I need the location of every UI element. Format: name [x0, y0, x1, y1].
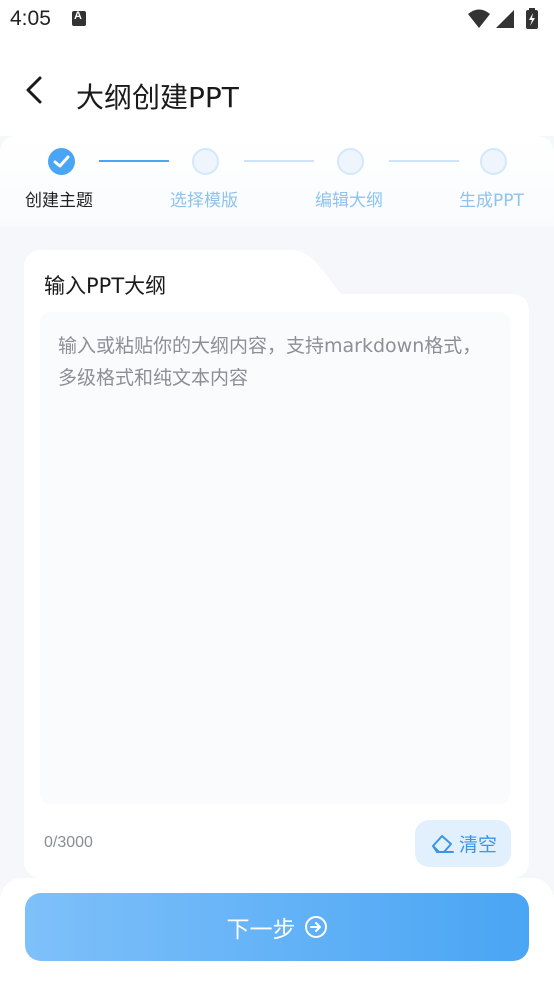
- status-time: 4:05: [10, 7, 51, 30]
- step-label-select-template: 选择模版: [170, 191, 238, 211]
- clear-button[interactable]: 清空: [415, 820, 511, 867]
- step-progress: 创建主题 选择模版 编辑大纲 生成PPT: [0, 136, 554, 226]
- chevron-left-icon: [26, 76, 42, 104]
- step-label-create-topic: 创建主题: [25, 191, 93, 211]
- eraser-icon: [431, 834, 454, 853]
- back-button[interactable]: [14, 70, 54, 110]
- page-title: 大纲创建PPT: [76, 81, 239, 114]
- outline-input[interactable]: [40, 312, 510, 804]
- step-connector-3: [389, 160, 459, 162]
- step-2-dot: [192, 148, 219, 175]
- wifi-signal-battery-icon: [468, 8, 538, 29]
- status-bar: 4:05: [0, 0, 554, 40]
- step-4-dot: [480, 148, 507, 175]
- step-connector-1: [99, 160, 169, 162]
- clear-button-label: 清空: [458, 835, 497, 856]
- step-label-edit-outline: 编辑大纲: [315, 191, 383, 211]
- arrow-right-circle-icon: [304, 916, 327, 938]
- step-1-check-icon: [48, 148, 75, 175]
- status-icons: [466, 8, 544, 30]
- app-header: 大纲创建PPT: [0, 40, 554, 136]
- step-label-generate-ppt: 生成PPT: [459, 191, 524, 211]
- char-count: 0/3000: [44, 834, 93, 851]
- keyboard-a-icon: [72, 10, 86, 26]
- step-connector-2: [244, 160, 314, 162]
- next-step-label: 下一步: [226, 916, 296, 942]
- next-step-button[interactable]: 下一步: [25, 893, 529, 961]
- step-3-dot: [337, 148, 364, 175]
- outline-card-title: 输入PPT大纲: [44, 274, 167, 298]
